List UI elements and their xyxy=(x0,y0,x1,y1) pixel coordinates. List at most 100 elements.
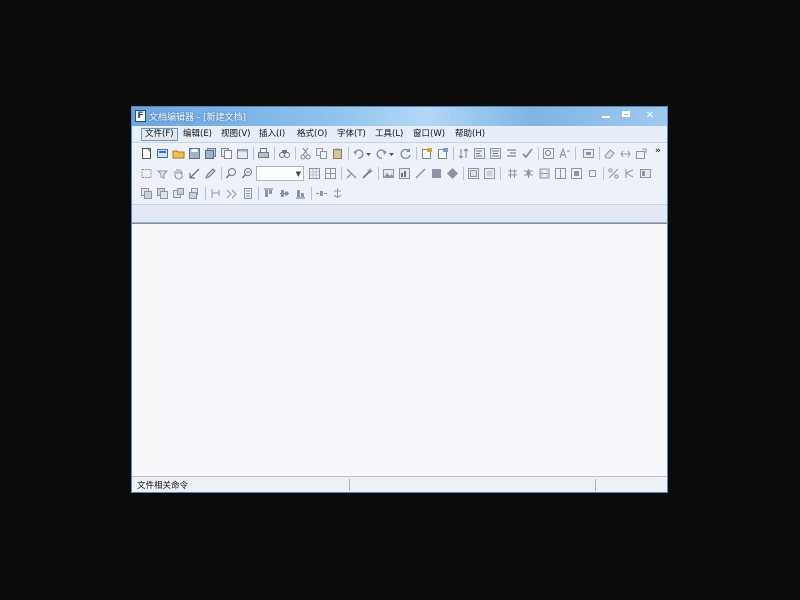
pan-hand-icon[interactable] xyxy=(172,167,185,180)
document-canvas[interactable] xyxy=(132,223,667,476)
menu-file[interactable]: 文件(F) xyxy=(141,128,178,141)
insert-row-icon[interactable] xyxy=(522,167,535,180)
undo-icon[interactable] xyxy=(352,147,365,160)
percent-icon[interactable] xyxy=(607,167,620,180)
zoom-combo[interactable]: ▼ xyxy=(256,166,304,181)
ruler-strip xyxy=(132,204,667,223)
table-grid-icon[interactable] xyxy=(506,167,519,180)
fill-rect-icon[interactable] xyxy=(430,167,443,180)
eraser-icon[interactable] xyxy=(603,147,616,160)
open-folder-icon[interactable] xyxy=(172,147,185,160)
image-icon[interactable] xyxy=(382,167,395,180)
new-template-icon[interactable] xyxy=(156,147,169,160)
align-bottom-icon[interactable] xyxy=(294,187,307,200)
app-window: F 文档编辑器 - [新建文档] ✕ 文件(F) 编辑(E) 视图(V) 插入(… xyxy=(131,106,668,493)
refresh-icon[interactable] xyxy=(399,147,412,160)
connector-icon[interactable] xyxy=(345,167,358,180)
new-document-icon[interactable] xyxy=(140,147,153,160)
align-middle-icon[interactable] xyxy=(278,187,291,200)
toolbar-separator xyxy=(221,167,222,180)
align-top-icon[interactable] xyxy=(262,187,275,200)
textbox-icon[interactable] xyxy=(483,167,496,180)
layer-1-icon[interactable] xyxy=(140,187,153,200)
layer-4-icon[interactable] xyxy=(188,187,201,200)
toolbar-separator xyxy=(538,147,539,160)
drawing-toolbar xyxy=(132,184,667,203)
line-draw-icon[interactable] xyxy=(414,167,427,180)
toolbar-separator xyxy=(253,147,254,160)
table-icon[interactable] xyxy=(324,167,337,180)
export-icon[interactable] xyxy=(635,147,648,160)
maximize-button[interactable] xyxy=(616,108,636,123)
zoom-out-icon[interactable] xyxy=(241,167,254,180)
preview-icon[interactable] xyxy=(542,147,555,160)
grid-icon[interactable] xyxy=(308,167,321,180)
align-right-icon[interactable] xyxy=(505,147,518,160)
shape-icon[interactable] xyxy=(446,167,459,180)
cut-icon[interactable] xyxy=(299,147,312,160)
bring-front-icon[interactable] xyxy=(241,187,254,200)
page-properties-icon[interactable] xyxy=(436,147,449,160)
toolbar-separator xyxy=(295,147,296,160)
check-icon[interactable] xyxy=(521,147,534,160)
zoom-in-icon[interactable] xyxy=(225,167,238,180)
copy-icon[interactable] xyxy=(315,147,328,160)
toolbar-separator xyxy=(599,147,600,160)
title-bar[interactable]: F 文档编辑器 - [新建文档] ✕ xyxy=(132,107,667,126)
redo-dropdown-icon[interactable] xyxy=(388,147,395,160)
minimize-icon xyxy=(602,116,610,118)
cell-props-icon[interactable] xyxy=(570,167,583,180)
menu-font[interactable]: 字体(T) xyxy=(334,128,369,141)
close-document-icon[interactable] xyxy=(236,147,249,160)
wand-icon[interactable] xyxy=(361,167,374,180)
menu-edit[interactable]: 编辑(E) xyxy=(180,128,215,141)
find-icon[interactable] xyxy=(278,147,291,160)
menu-format[interactable]: 格式(O) xyxy=(294,128,330,141)
page-setup-icon[interactable] xyxy=(420,147,433,160)
branch-icon[interactable] xyxy=(623,167,636,180)
distribute-icon[interactable] xyxy=(315,187,328,200)
close-icon: ✕ xyxy=(645,110,655,121)
menu-help[interactable]: 帮助(H) xyxy=(452,128,488,141)
menu-window[interactable]: 窗口(W) xyxy=(410,128,448,141)
menu-insert[interactable]: 插入(I) xyxy=(256,128,288,141)
ungroup-icon[interactable] xyxy=(225,187,238,200)
save-icon[interactable] xyxy=(188,147,201,160)
select-rect-icon[interactable] xyxy=(140,167,153,180)
layer-2-icon[interactable] xyxy=(156,187,169,200)
layer-3-icon[interactable] xyxy=(172,187,185,200)
status-bar: 文件相关命令 xyxy=(132,476,667,492)
undo-dropdown-icon[interactable] xyxy=(365,147,372,160)
close-button[interactable]: ✕ xyxy=(637,108,663,123)
group-icon[interactable] xyxy=(209,187,222,200)
chart-icon[interactable] xyxy=(398,167,411,180)
fullscreen-icon[interactable] xyxy=(582,147,595,160)
standard-toolbar: » xyxy=(132,144,667,163)
save-all-icon[interactable] xyxy=(204,147,217,160)
chevron-down-icon[interactable]: ▼ xyxy=(296,170,301,178)
pencil-icon[interactable] xyxy=(204,167,217,180)
merge-cells-icon[interactable] xyxy=(538,167,551,180)
paste-icon[interactable] xyxy=(331,147,344,160)
print-icon[interactable] xyxy=(257,147,270,160)
frame-icon[interactable] xyxy=(467,167,480,180)
copy-document-icon[interactable] xyxy=(220,147,233,160)
split-cells-icon[interactable] xyxy=(554,167,567,180)
link-icon[interactable] xyxy=(619,147,632,160)
resize-arrow-icon[interactable] xyxy=(188,167,201,180)
small-cell-icon[interactable] xyxy=(586,167,599,180)
minimize-button[interactable] xyxy=(596,108,616,123)
layout-icon[interactable] xyxy=(639,167,652,180)
align-center-icon[interactable] xyxy=(489,147,502,160)
status-divider xyxy=(595,479,596,491)
anchor-icon[interactable] xyxy=(331,187,344,200)
spellcheck-icon[interactable] xyxy=(558,147,571,160)
redo-icon[interactable] xyxy=(375,147,388,160)
sort-icon[interactable] xyxy=(457,147,470,160)
menu-tools[interactable]: 工具(L) xyxy=(372,128,406,141)
lasso-icon[interactable] xyxy=(156,167,169,180)
menu-view[interactable]: 视图(V) xyxy=(218,128,253,141)
toolbar-overflow-icon[interactable]: » xyxy=(655,146,661,156)
align-left-icon[interactable] xyxy=(473,147,486,160)
window-title: 文档编辑器 - [新建文档] xyxy=(149,113,246,123)
